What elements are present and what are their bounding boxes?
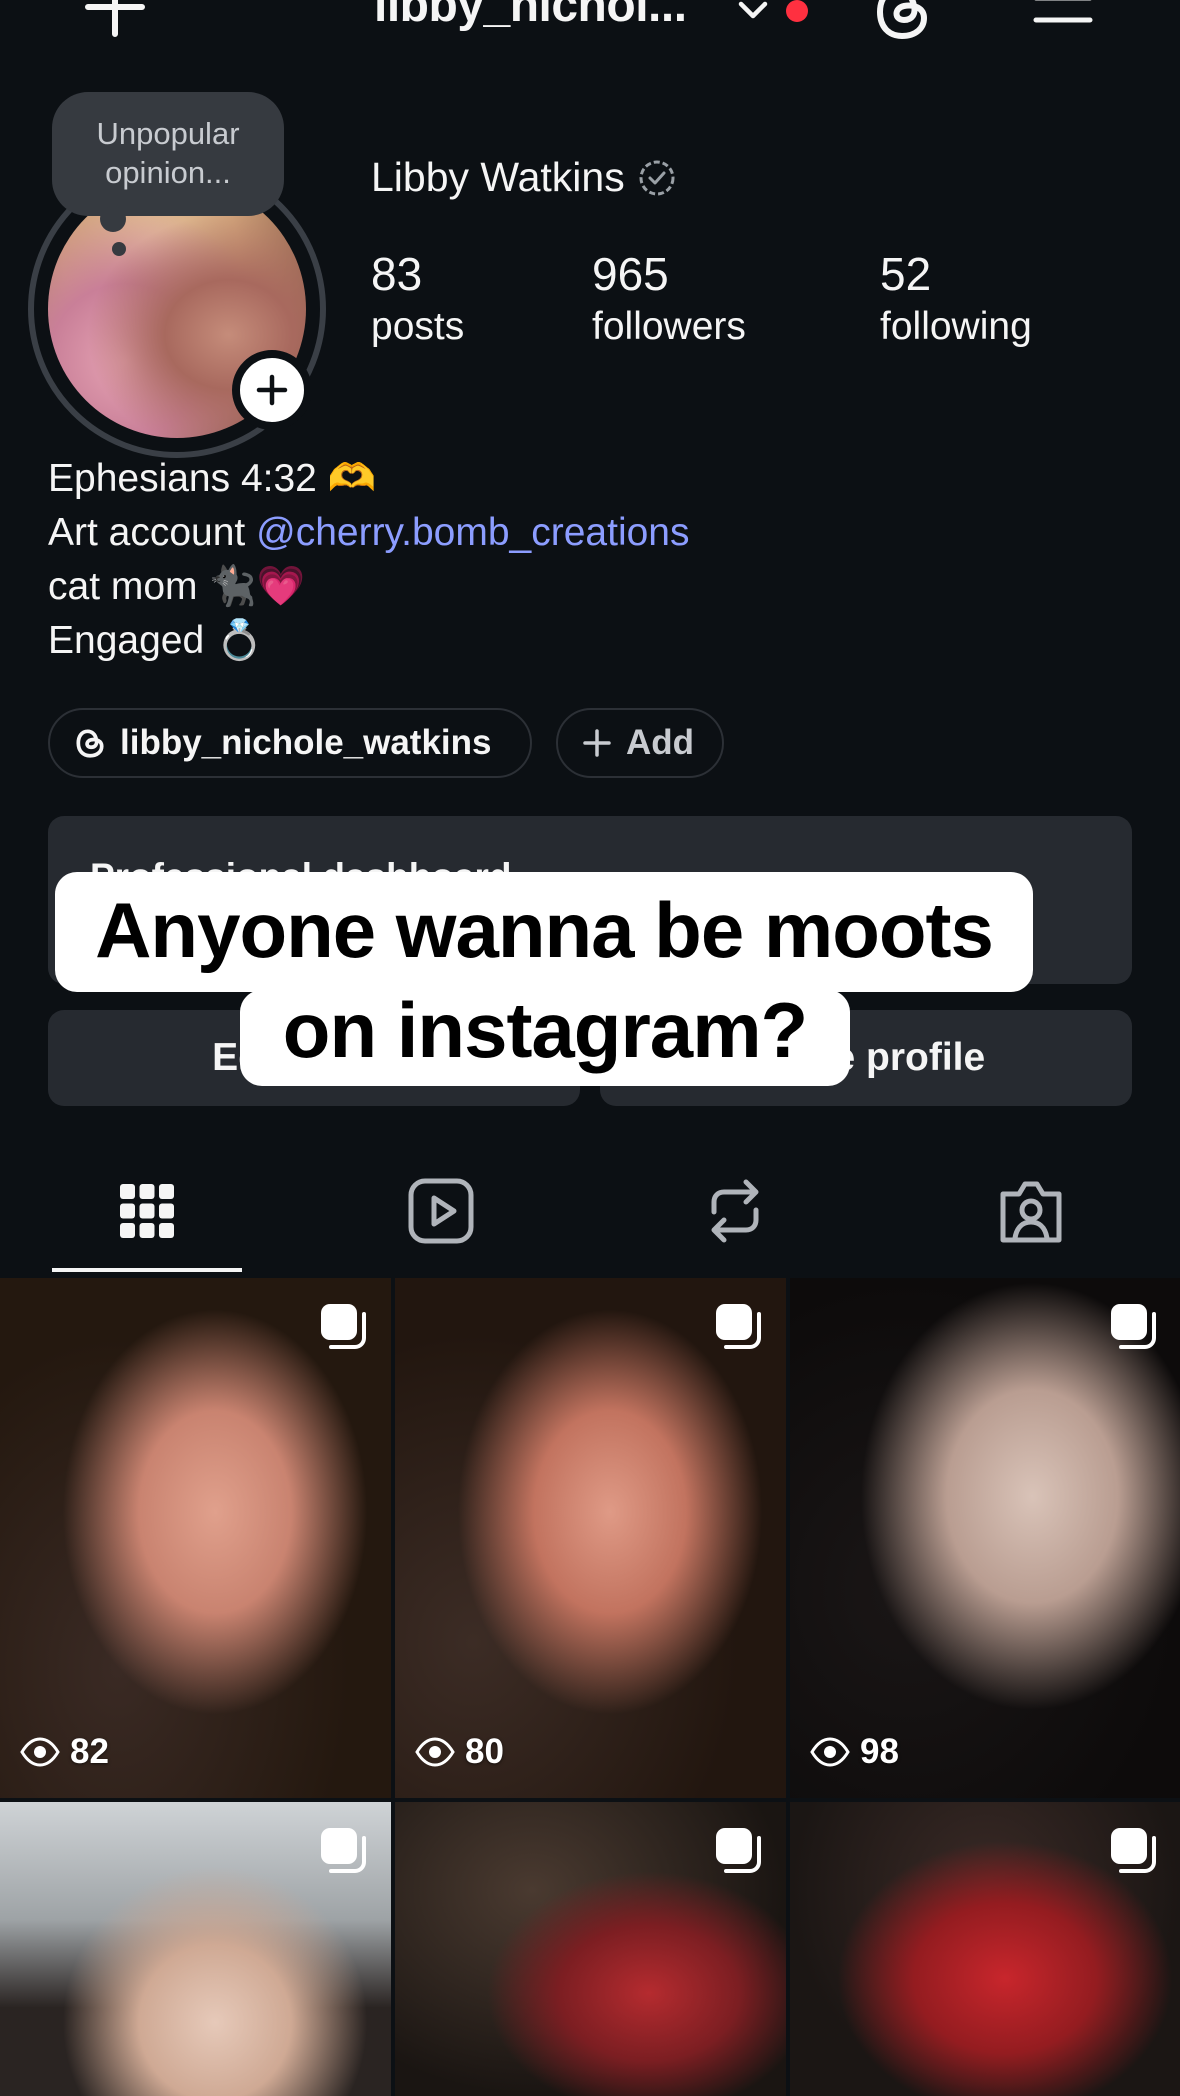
tab-posts-grid[interactable] <box>108 1172 186 1250</box>
carousel-icon <box>321 1828 366 1873</box>
stat-posts[interactable]: 83 posts <box>371 246 464 352</box>
add-link-chip[interactable]: Add <box>556 708 724 778</box>
stat-following-count: 52 <box>880 248 932 300</box>
bio-mention-link[interactable]: @cherry.bomb_creations <box>256 511 689 554</box>
note-text-line2: opinion... <box>105 155 231 190</box>
post-thumbnail[interactable]: 82 <box>0 1278 391 1798</box>
bio-line-2-text: Art account <box>48 511 257 554</box>
add-story-button[interactable] <box>232 350 312 430</box>
note-text-line1: Unpopular <box>96 116 240 151</box>
eye-icon <box>415 1737 455 1767</box>
eye-icon <box>810 1737 850 1767</box>
carousel-icon <box>716 1828 761 1873</box>
threads-icon <box>76 729 104 758</box>
notification-dot <box>786 0 808 22</box>
view-count: 98 <box>810 1732 899 1772</box>
post-thumbnail[interactable] <box>0 1802 391 2096</box>
account-switcher-username[interactable]: libby_nichol... <box>374 0 687 33</box>
carousel-icon <box>1111 1828 1156 1873</box>
stat-posts-count: 83 <box>371 248 423 300</box>
stat-followers[interactable]: 965 followers <box>592 246 746 352</box>
profile-name: Libby Watkins <box>371 154 677 201</box>
post-thumbnail[interactable] <box>790 1802 1180 2096</box>
bio-line-2: Art account @cherry.bomb_creations <box>48 506 690 560</box>
carousel-icon <box>716 1304 761 1349</box>
stat-following-label: following <box>880 305 1032 348</box>
stat-posts-label: posts <box>371 305 465 348</box>
repost-icon <box>711 1179 759 1243</box>
active-tab-indicator <box>52 1268 242 1272</box>
view-count: 82 <box>20 1732 109 1772</box>
stat-followers-count: 965 <box>592 248 669 300</box>
grid-icon <box>120 1184 174 1238</box>
note-tail-small <box>112 242 126 256</box>
tab-reposts[interactable] <box>696 1172 774 1250</box>
stat-following[interactable]: 52 following <box>880 246 1032 352</box>
view-count-value: 98 <box>860 1732 899 1771</box>
caption-overlay-line1: Anyone wanna be moots <box>55 872 1033 992</box>
post-thumbnail[interactable]: 80 <box>395 1278 786 1798</box>
menu-icon[interactable] <box>1032 0 1094 36</box>
tagged-person-icon <box>1000 1181 1062 1243</box>
plus-icon <box>583 729 611 757</box>
add-chip-label: Add <box>626 723 695 762</box>
post-thumbnail[interactable]: 98 <box>790 1278 1180 1798</box>
verified-badge-icon <box>639 160 675 195</box>
threads-icon[interactable] <box>872 0 932 44</box>
chevron-down-icon[interactable] <box>737 0 769 24</box>
post-thumbnail[interactable] <box>395 1802 786 2096</box>
reels-icon <box>408 1178 474 1244</box>
bio-line-4: Engaged 💍 <box>48 619 264 662</box>
threads-profile-chip[interactable]: libby_nichole_watkins <box>48 708 532 778</box>
tab-reels[interactable] <box>402 1172 480 1250</box>
tab-tagged[interactable] <box>992 1172 1070 1250</box>
bio-line-1: Ephesians 4:32 🫶 <box>48 457 377 500</box>
caption-overlay-line2: on instagram? <box>240 990 850 1086</box>
bio-line-3: cat mom 🐈‍⬛💗 <box>48 565 306 608</box>
view-count-value: 80 <box>465 1732 504 1771</box>
view-count: 80 <box>415 1732 504 1772</box>
stat-followers-label: followers <box>592 305 746 348</box>
carousel-icon <box>321 1304 366 1349</box>
note-tail <box>100 206 126 232</box>
new-post-icon[interactable] <box>80 0 150 42</box>
eye-icon <box>20 1737 60 1767</box>
threads-handle: libby_nichole_watkins <box>120 723 492 762</box>
plus-icon <box>256 374 288 406</box>
view-count-value: 82 <box>70 1732 109 1771</box>
carousel-icon <box>1111 1304 1156 1349</box>
profile-name-text: Libby Watkins <box>371 154 625 200</box>
bio: Ephesians 4:32 🫶 Art account @cherry.bom… <box>48 452 690 668</box>
note-bubble[interactable]: Unpopular opinion... <box>52 92 284 216</box>
